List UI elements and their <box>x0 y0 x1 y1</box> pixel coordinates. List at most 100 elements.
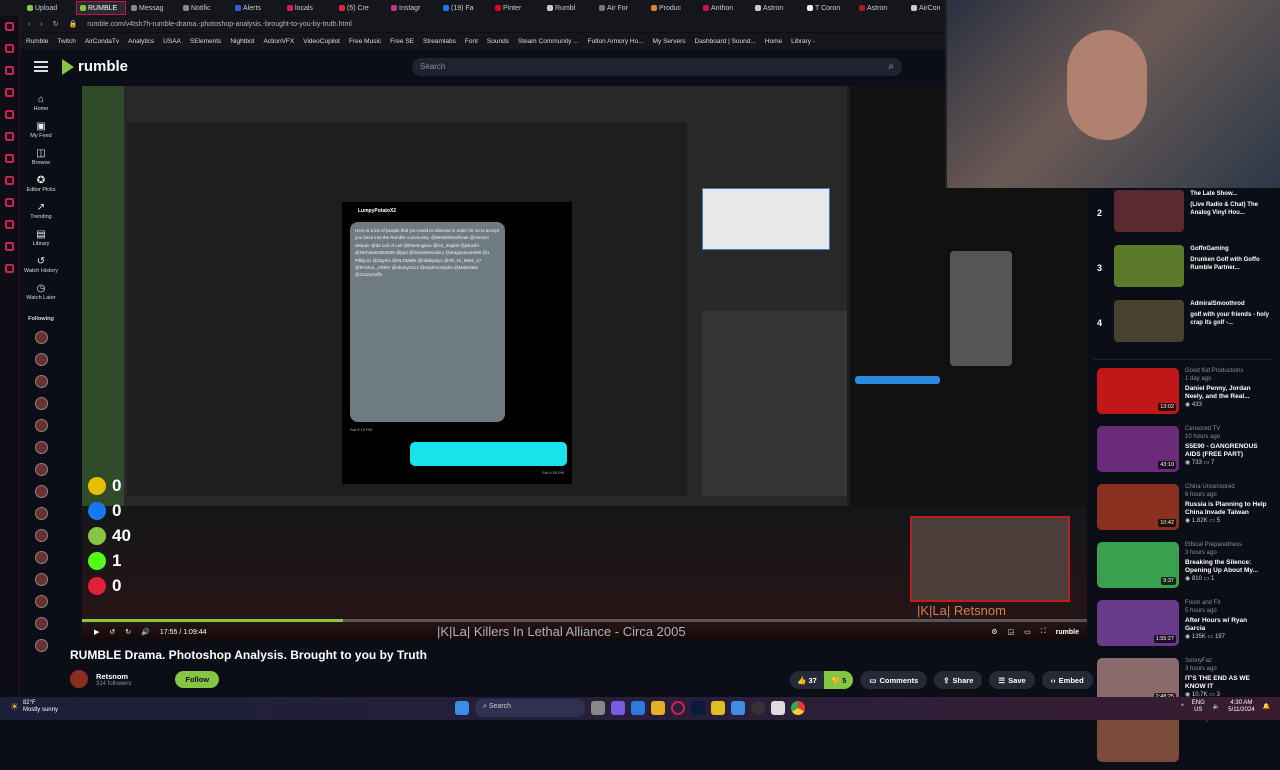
video-thumbnail[interactable]: 1:55:27 <box>1097 600 1179 646</box>
bookmark-item[interactable]: VideoCopilot <box>303 38 340 45</box>
bookmark-item[interactable]: USAA <box>163 38 181 45</box>
dislike-button[interactable]: 👎 5 <box>823 671 854 689</box>
followed-channel-avatar[interactable] <box>34 331 48 344</box>
teams-icon[interactable] <box>611 701 625 715</box>
comments-button[interactable]: ▭ Comments <box>860 671 928 689</box>
live-channel[interactable]: The Late Show... <box>1190 190 1273 198</box>
live-title[interactable]: Drunken Golf with Goffo Rumble Partner..… <box>1190 256 1273 272</box>
video-title[interactable]: Daniel Penny, Jordan Neely, and the Real… <box>1185 385 1267 400</box>
followed-channel-avatar[interactable] <box>34 485 48 498</box>
bookmark-item[interactable]: Rumble <box>26 38 48 45</box>
live-item[interactable]: 4 AdmiralSmoothrod golf with your friends … <box>1093 300 1273 355</box>
bookmark-item[interactable]: Free Music <box>349 38 381 45</box>
video-title[interactable]: After Hours w/ Ryan Garcia <box>1185 617 1267 632</box>
tab-13[interactable]: Anthon <box>700 1 750 15</box>
app-icon[interactable] <box>711 701 725 715</box>
heart-icon[interactable] <box>5 198 14 207</box>
twitch-icon[interactable] <box>5 44 14 53</box>
tab-15[interactable]: T Coron <box>804 1 854 15</box>
forward-icon[interactable]: › <box>40 21 42 28</box>
tab-4[interactable]: Alerts <box>232 1 282 15</box>
x-icon[interactable] <box>5 132 14 141</box>
sidebar-app-icon[interactable] <box>5 22 14 31</box>
bookmark-item[interactable]: Streamlabs <box>423 38 456 45</box>
video-thumbnail[interactable]: 13:02 <box>1097 368 1179 414</box>
live-thumbnail[interactable] <box>1114 300 1185 342</box>
live-channel[interactable]: AdmiralSmoothrod <box>1190 300 1273 308</box>
followed-channel-avatar[interactable] <box>34 573 48 586</box>
bookmark-item[interactable]: ActionVFX <box>264 38 295 45</box>
tab-11[interactable]: Air For <box>596 1 646 15</box>
bookmark-item[interactable]: SElements <box>190 38 221 45</box>
video-thumbnail[interactable]: 9:37 <box>1097 542 1179 588</box>
bookmark-item[interactable]: Fulton Armory Ho... <box>588 38 644 45</box>
followed-channel-avatar[interactable] <box>34 507 48 520</box>
channel-name[interactable]: China Uncensored <box>1185 484 1267 492</box>
rewind-icon[interactable]: ↺ <box>109 628 115 636</box>
followed-channel-avatar[interactable] <box>34 419 48 432</box>
followed-channel-avatar[interactable] <box>34 353 48 366</box>
channel-name[interactable]: Fresh and Fit <box>1185 600 1267 608</box>
player-logo[interactable]: rumble <box>1056 629 1079 636</box>
settings-icon[interactable]: ⚙ <box>991 628 997 636</box>
opera-icon[interactable] <box>671 701 685 715</box>
live-title[interactable]: (Live Radio & Chat) The Analog Vinyl Hou… <box>1190 201 1273 217</box>
player-icon[interactable] <box>5 176 14 185</box>
video-title[interactable]: S5E90 - GANGRENOUS AIDS (FREE PART) <box>1185 443 1267 458</box>
tab-10[interactable]: Rumbl <box>544 1 594 15</box>
nav-item-editor-picks[interactable]: ✪ Editor Picks <box>22 175 60 193</box>
app-icon[interactable] <box>5 88 14 97</box>
photos-icon[interactable] <box>731 701 745 715</box>
weather-widget[interactable]: ☀ 82°F Mostly sunny <box>10 700 58 714</box>
video-title[interactable]: Russia is Planning to Help China Invade … <box>1185 501 1267 516</box>
obs-icon[interactable] <box>751 701 765 715</box>
tab-16[interactable]: Astron <box>856 1 906 15</box>
photoshop-icon[interactable] <box>691 701 705 715</box>
recommended-item[interactable]: 9:37 Ethical Preparedness 3 hours ago Break… <box>1093 538 1273 596</box>
rumble-logo[interactable]: rumble <box>62 58 128 75</box>
bookmark-item[interactable]: Dashboard | Sound... <box>695 38 756 45</box>
clock-time[interactable]: 4:30 AM <box>1228 700 1254 707</box>
messenger-icon[interactable] <box>5 110 14 119</box>
video-player[interactable]: LumpyPotatoX2 Here is a list of people t… <box>82 86 1087 642</box>
live-channel[interactable]: GoffoGaming <box>1190 245 1273 253</box>
nav-item-trending[interactable]: ↗ Trending <box>22 202 60 220</box>
tab-14[interactable]: Astron <box>752 1 802 15</box>
live-thumbnail[interactable] <box>1114 190 1185 232</box>
embed-button[interactable]: ‹› Embed <box>1041 671 1093 689</box>
bookmark-item[interactable]: Free SE <box>390 38 414 45</box>
followed-channel-avatar[interactable] <box>34 595 48 608</box>
nav-item-my-feed[interactable]: ▣ My Feed <box>22 121 60 139</box>
pip-icon[interactable]: ◲ <box>1008 628 1015 636</box>
recommended-item[interactable]: 1:55:27 Fresh and Fit 5 hours ago After Hou… <box>1093 596 1273 654</box>
tab-8[interactable]: (19) Fa <box>440 1 490 15</box>
forward-icon[interactable]: ↻ <box>125 628 131 636</box>
volume-icon[interactable]: 🔈 <box>1213 704 1220 711</box>
recommended-item[interactable]: 13:02 Good Kid Productions 1 day ago Daniel… <box>1093 364 1273 422</box>
chrome-icon[interactable] <box>791 701 805 715</box>
app-icon[interactable] <box>771 701 785 715</box>
live-thumbnail[interactable] <box>1114 245 1185 287</box>
fullscreen-icon[interactable]: ⛶ <box>1041 628 1046 636</box>
reload-icon[interactable]: ↻ <box>53 20 59 28</box>
followed-channel-avatar[interactable] <box>34 551 48 564</box>
channel-avatar[interactable] <box>70 670 88 688</box>
share-button[interactable]: ⇪ Share <box>934 671 983 689</box>
tab-1[interactable]: RUMBLE <box>76 1 126 15</box>
tab-5[interactable]: locals <box>284 1 334 15</box>
settings-icon[interactable] <box>5 264 14 273</box>
play-icon[interactable]: ▶ <box>94 628 99 636</box>
followed-channel-avatar[interactable] <box>34 639 48 652</box>
nav-item-watch-history[interactable]: ↺ Watch History <box>22 256 60 274</box>
tab-6[interactable]: (5) Cre <box>336 1 386 15</box>
discord-icon[interactable] <box>5 154 14 163</box>
tab-7[interactable]: Instagr <box>388 1 438 15</box>
channel-name[interactable]: Censored TV <box>1185 426 1267 434</box>
live-title[interactable]: golf with your friends - holy crap its g… <box>1190 311 1273 327</box>
search-icon[interactable]: ⌕ <box>888 61 894 72</box>
nav-item-watch-later[interactable]: ◷ Watch Later <box>22 283 60 301</box>
chevron-up-icon[interactable]: ^ <box>1181 704 1184 711</box>
bookmark-item[interactable]: Analytics <box>128 38 154 45</box>
recommended-item[interactable]: 10:42 China Uncensored 6 hours ago Russia i… <box>1093 480 1273 538</box>
followed-channel-avatar[interactable] <box>34 529 48 542</box>
